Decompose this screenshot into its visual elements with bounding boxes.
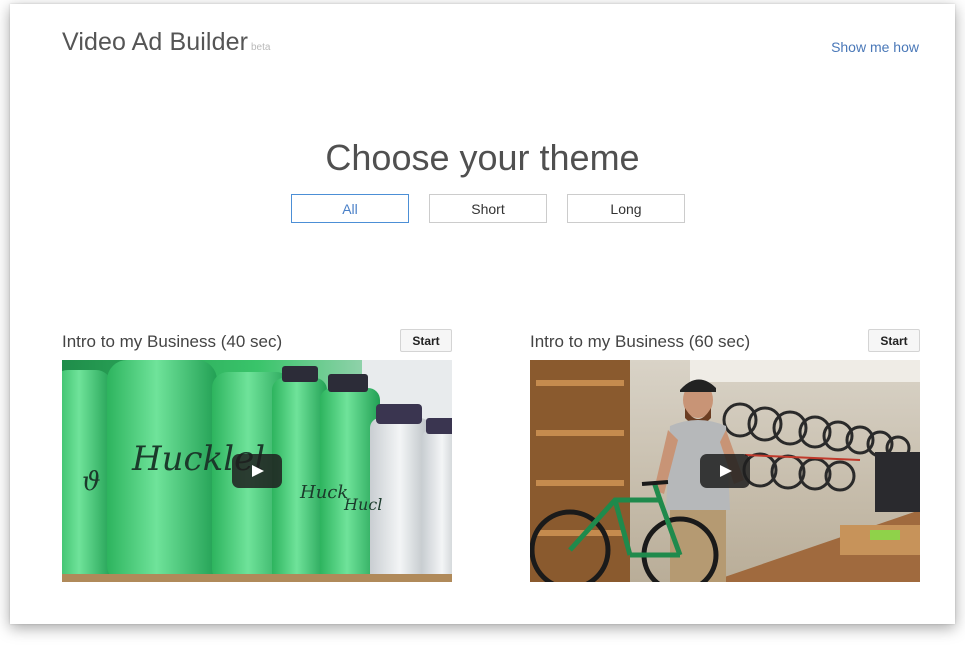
filter-short-button[interactable]: Short (429, 194, 547, 223)
page-heading: Choose your theme (325, 137, 640, 178)
svg-text:ϑ: ϑ (82, 467, 101, 497)
theme-card-header: Intro to my Business (40 sec) Start (62, 327, 452, 356)
app-title-text: Video Ad Builder (62, 28, 248, 56)
video-thumbnail-water-bottles[interactable]: Hucklel ϑ Huck Hucl (62, 360, 452, 582)
filter-all-button[interactable]: All (291, 194, 409, 223)
svg-text:Huck: Huck (299, 482, 348, 503)
play-icon[interactable] (700, 454, 750, 488)
theme-card-40-sec: Intro to my Business (40 sec) Start Huck… (62, 327, 452, 582)
svg-text:Hucl: Hucl (343, 495, 382, 514)
start-button-40-sec[interactable]: Start (400, 329, 452, 352)
play-icon[interactable] (232, 454, 282, 488)
theme-title: Intro to my Business (60 sec) (530, 331, 751, 351)
theme-filter-tabs: All Short Long (291, 194, 685, 223)
app-window: Video Ad Builder beta Show me how Choose … (10, 4, 955, 624)
filter-long-button[interactable]: Long (567, 194, 685, 223)
theme-title: Intro to my Business (40 sec) (62, 331, 283, 351)
start-button-60-sec[interactable]: Start (868, 329, 920, 352)
theme-card-header: Intro to my Business (60 sec) Start (530, 327, 920, 356)
beta-badge: beta (251, 42, 271, 53)
app-title: Video Ad Builder beta (62, 28, 270, 57)
theme-card-60-sec: Intro to my Business (60 sec) Start (530, 327, 920, 582)
show-me-how-link[interactable]: Show me how (831, 39, 919, 55)
video-thumbnail-bike-shop[interactable] (530, 360, 920, 582)
